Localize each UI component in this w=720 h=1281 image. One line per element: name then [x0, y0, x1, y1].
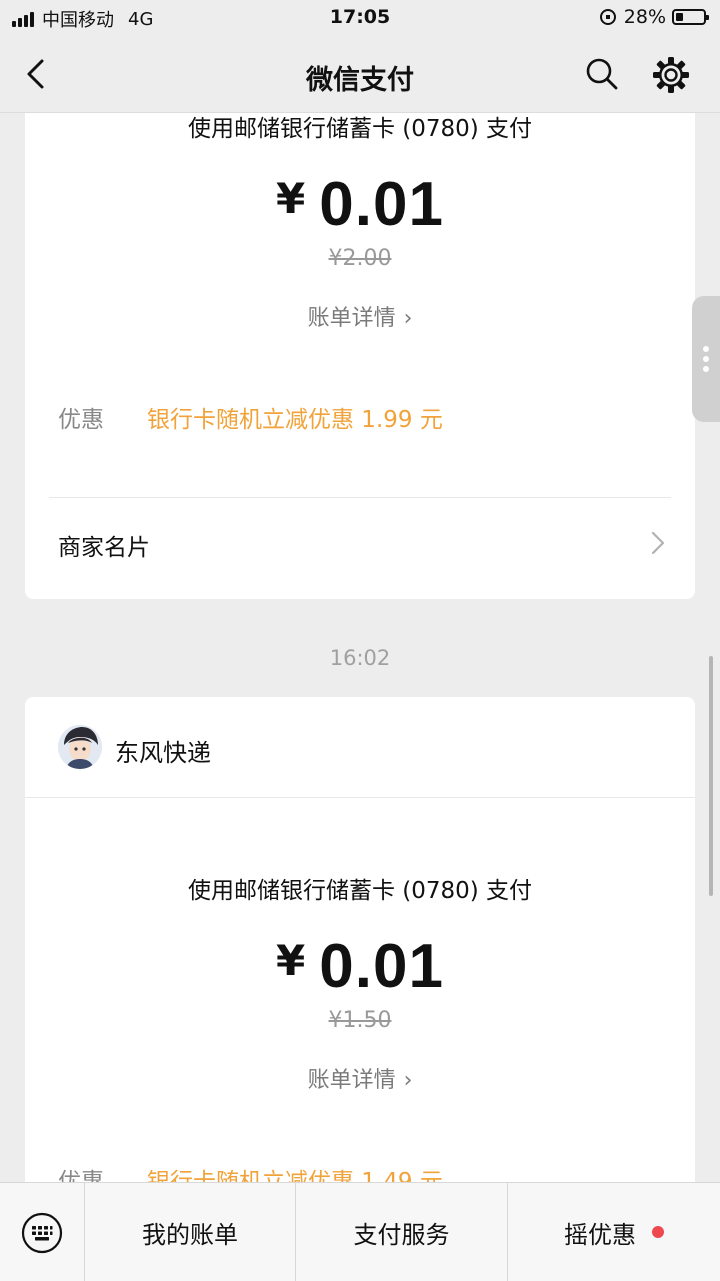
avatar-image [58, 725, 102, 769]
nav-bar: 微信支付 [0, 36, 720, 113]
status-bar: 中国移动 4G 17:05 28% [0, 0, 720, 36]
promo-value: 银行卡随机立减优惠 1.99 元 [147, 407, 443, 433]
bottom-menu-bar: 我的账单 支付服务 摇优惠 [0, 1182, 720, 1281]
menu-label: 支付服务 [353, 1220, 450, 1249]
menu-shake-discount[interactable]: 摇优惠 [508, 1183, 720, 1281]
menu-my-bills[interactable]: 我的账单 [85, 1183, 296, 1281]
menu-payment-services[interactable]: 支付服务 [296, 1183, 508, 1281]
search-icon[interactable] [584, 56, 620, 92]
merchant-avatar [58, 725, 102, 769]
bill-detail-label: 账单详情 [307, 306, 396, 331]
payment-card: 东风快递 使用邮储银行储蓄卡 (0780) 支付 ¥0.01 ¥1.50 账单详… [25, 697, 695, 1182]
scrollbar[interactable] [709, 656, 713, 896]
merchant-card-row[interactable]: 商家名片 [25, 498, 695, 599]
bill-detail-label: 账单详情 [307, 1068, 396, 1093]
currency-symbol: ¥ [276, 936, 306, 985]
bill-detail-link[interactable]: 账单详情 › [25, 1062, 695, 1094]
battery-percent: 28% [623, 6, 666, 28]
keyboard-toggle-button[interactable] [0, 1183, 85, 1281]
divider [25, 797, 695, 798]
payment-method: 使用邮储银行储蓄卡 (0780) 支付 [187, 116, 533, 142]
original-price: ¥1.50 [328, 1008, 392, 1033]
notification-badge [652, 1226, 664, 1238]
payment-method: 使用邮储银行储蓄卡 (0780) 支付 [187, 878, 533, 904]
message-list[interactable]: 使用邮储银行储蓄卡 (0780) 支付 ¥0.01 ¥2.00 账单详情 › 优惠… [0, 113, 720, 1182]
original-price: ¥2.00 [328, 246, 392, 271]
merchant-name: 东风快递 [115, 739, 211, 767]
rotation-lock-icon [599, 9, 616, 25]
menu-label: 摇优惠 [564, 1220, 636, 1249]
currency-symbol: ¥ [276, 174, 306, 223]
chevron-right-icon: › [403, 1068, 413, 1093]
promo-label: 优惠 [58, 1169, 104, 1182]
floating-handle[interactable] [692, 296, 720, 422]
chevron-right-icon [651, 531, 665, 555]
promo-label: 优惠 [58, 407, 104, 433]
promo-value: 银行卡随机立减优惠 1.49 元 [147, 1169, 443, 1182]
payment-amount: ¥0.01 [25, 173, 695, 236]
merchant-header[interactable]: 东风快递 [25, 697, 695, 797]
battery-icon [672, 9, 709, 25]
amount-value: 0.01 [319, 932, 444, 1001]
menu-label: 我的账单 [142, 1220, 238, 1249]
payment-amount: ¥0.01 [25, 935, 695, 998]
keyboard-icon [21, 1212, 63, 1254]
bill-detail-link[interactable]: 账单详情 › [25, 300, 695, 332]
gear-icon[interactable] [652, 56, 690, 94]
payment-card: 使用邮储银行储蓄卡 (0780) 支付 ¥0.01 ¥2.00 账单详情 › 优惠… [25, 113, 695, 599]
message-time: 16:02 [329, 646, 391, 670]
merchant-card-label: 商家名片 [58, 535, 150, 561]
chevron-right-icon: › [403, 306, 413, 331]
amount-value: 0.01 [319, 170, 444, 239]
